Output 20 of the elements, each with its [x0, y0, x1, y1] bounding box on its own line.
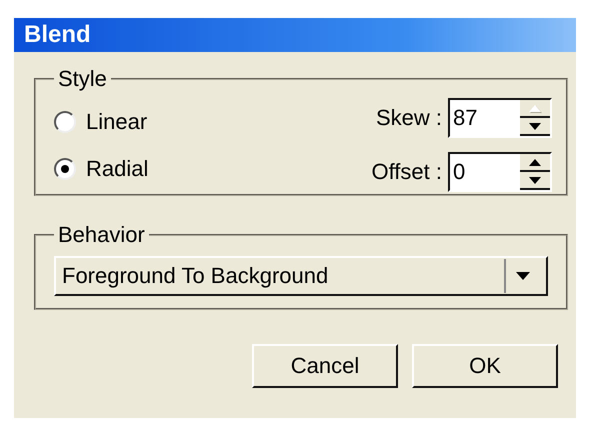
number-spinner[interactable]: 0 — [448, 152, 552, 192]
radio-option[interactable]: Radial — [54, 156, 340, 182]
field-label: Offset : — [370, 159, 442, 185]
number-spinner[interactable]: 87 — [448, 98, 552, 138]
spin-up-button[interactable] — [520, 154, 550, 172]
window-title: Blend — [14, 18, 576, 52]
up-arrow-icon — [529, 158, 541, 166]
group-label: Style — [57, 66, 108, 92]
dialog-button[interactable]: Cancel — [252, 344, 398, 388]
caret-icon — [516, 272, 530, 280]
dialog-button[interactable]: OK — [412, 344, 558, 388]
radio-option[interactable]: Linear — [54, 108, 340, 134]
spin-down-button[interactable] — [520, 118, 550, 136]
group-label: Behavior — [57, 222, 146, 248]
down-arrow-icon — [529, 122, 541, 130]
field-label: Skew : — [374, 105, 442, 131]
up-arrow-icon — [529, 104, 541, 112]
down-arrow-icon — [529, 176, 541, 184]
dropdown[interactable]: Foreground To Background — [54, 256, 548, 296]
spin-down-button[interactable] — [520, 172, 550, 190]
